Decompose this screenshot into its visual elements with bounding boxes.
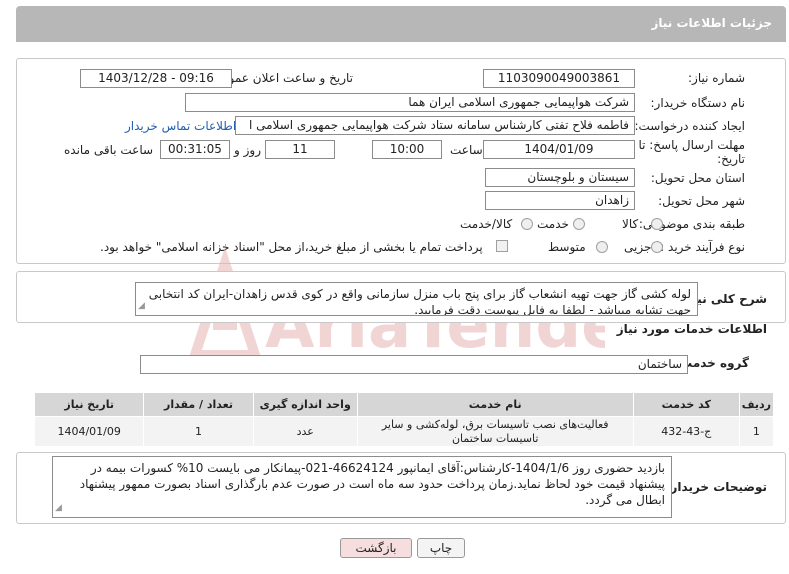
process-radio-medium[interactable] xyxy=(596,241,608,253)
city-label: شهر محل تحویل: xyxy=(658,194,745,208)
province-field: سیستان و بلوچستان xyxy=(485,168,635,187)
table-row: 1 ج-43-432 فعالیت‌های نصب تاسیسات برق، ل… xyxy=(33,416,775,447)
requester-label: ایجاد کننده درخواست: xyxy=(634,119,745,133)
buyer-notes-textarea[interactable]: بازدید حضوری روز 1404/1/6-کارشناس:آقای ا… xyxy=(52,456,672,518)
city-field: زاهدان xyxy=(485,191,635,210)
col-quantity: تعداد / مقدار xyxy=(143,392,254,417)
resize-grip-icon[interactable]: ◢ xyxy=(55,500,62,516)
deadline-date-field: 1404/01/09 xyxy=(483,140,635,159)
process-label: نوع فرآیند خرید : xyxy=(660,240,745,254)
category-option-goods-service: کالا/خدمت xyxy=(460,217,513,231)
cell-service-name: فعالیت‌های نصب تاسیسات برق، لوله‌کشی و س… xyxy=(356,416,634,447)
buyer-notes-text: بازدید حضوری روز 1404/1/6-کارشناس:آقای ا… xyxy=(79,461,665,507)
buyer-notes-label: توضیحات خریدار: xyxy=(665,480,767,494)
need-number-label: شماره نیاز: xyxy=(688,71,745,85)
process-option-medium: متوسط xyxy=(548,240,586,254)
treasury-payment-note: پرداخت تمام یا بخشی از مبلغ خرید،از محل … xyxy=(100,240,483,254)
services-table: ردیف کد خدمت نام خدمت واحد اندازه گیری ت… xyxy=(33,392,775,447)
deadline-date-label: تاریخ: xyxy=(717,152,745,166)
requester-field: فاطمه فلاح تفتی کارشناس سامانه ستاد شرکت… xyxy=(235,116,635,135)
category-radio-goods[interactable] xyxy=(651,218,663,230)
process-radio-minor[interactable] xyxy=(651,241,663,253)
buyer-org-label: نام دستگاه خریدار: xyxy=(650,96,746,110)
category-option-goods: کالا xyxy=(622,217,639,231)
cell-row-number: 1 xyxy=(738,416,775,447)
description-textarea[interactable]: لوله کشی گاز جهت تهیه انشعاب گاز برای پن… xyxy=(135,282,698,316)
remaining-label: ساعت باقی مانده xyxy=(64,143,154,157)
print-button[interactable]: چاپ xyxy=(417,538,465,558)
col-unit: واحد اندازه گیری xyxy=(252,392,358,417)
cell-need-date: 1404/01/09 xyxy=(33,416,145,447)
description-text: لوله کشی گاز جهت تهیه انشعاب گاز برای پن… xyxy=(148,287,691,316)
col-row-number: ردیف xyxy=(738,392,775,417)
remaining-time-field: 00:31:05 xyxy=(160,140,230,159)
category-radio-service[interactable] xyxy=(573,218,585,230)
process-option-minor: جزیی xyxy=(624,240,652,254)
cell-service-code: ج-43-432 xyxy=(632,416,740,447)
deadline-label: مهلت ارسال پاسخ: تا xyxy=(638,138,745,152)
cell-unit: عدد xyxy=(252,416,358,447)
services-section-title: اطلاعات خدمات مورد نیاز xyxy=(616,322,767,336)
need-info-panel xyxy=(16,58,786,264)
days-remaining-field: 11 xyxy=(265,140,335,159)
days-label: روز و xyxy=(234,143,261,157)
service-group-field: ساختمان xyxy=(140,355,688,374)
time-label: ساعت xyxy=(450,143,483,157)
deadline-time-field: 10:00 xyxy=(372,140,442,159)
buyer-org-field: شرکت هواپیمایی جمهوری اسلامی ایران هما xyxy=(185,93,635,112)
page-header: جزئیات اطلاعات نیاز xyxy=(16,6,786,42)
cell-quantity: 1 xyxy=(143,416,254,447)
col-service-name: نام خدمت xyxy=(356,392,634,417)
col-service-code: کد خدمت xyxy=(632,392,740,417)
page-title: جزئیات اطلاعات نیاز xyxy=(651,16,772,30)
resize-grip-icon[interactable]: ◢ xyxy=(138,298,145,314)
services-table-header: ردیف کد خدمت نام خدمت واحد اندازه گیری ت… xyxy=(33,392,775,417)
category-radio-goods-service[interactable] xyxy=(521,218,533,230)
buyer-contact-link[interactable]: اطلاعات تماس خریدار xyxy=(125,119,236,133)
treasury-payment-checkbox[interactable] xyxy=(496,240,508,252)
col-need-date: تاریخ نیاز xyxy=(33,392,145,417)
back-button[interactable]: بازگشت xyxy=(340,538,412,558)
province-label: استان محل تحویل: xyxy=(650,171,745,185)
announce-datetime-field: 1403/12/28 - 09:16 xyxy=(80,69,232,88)
category-option-service: خدمت xyxy=(537,217,569,231)
need-number-field: 1103090049003861 xyxy=(483,69,635,88)
